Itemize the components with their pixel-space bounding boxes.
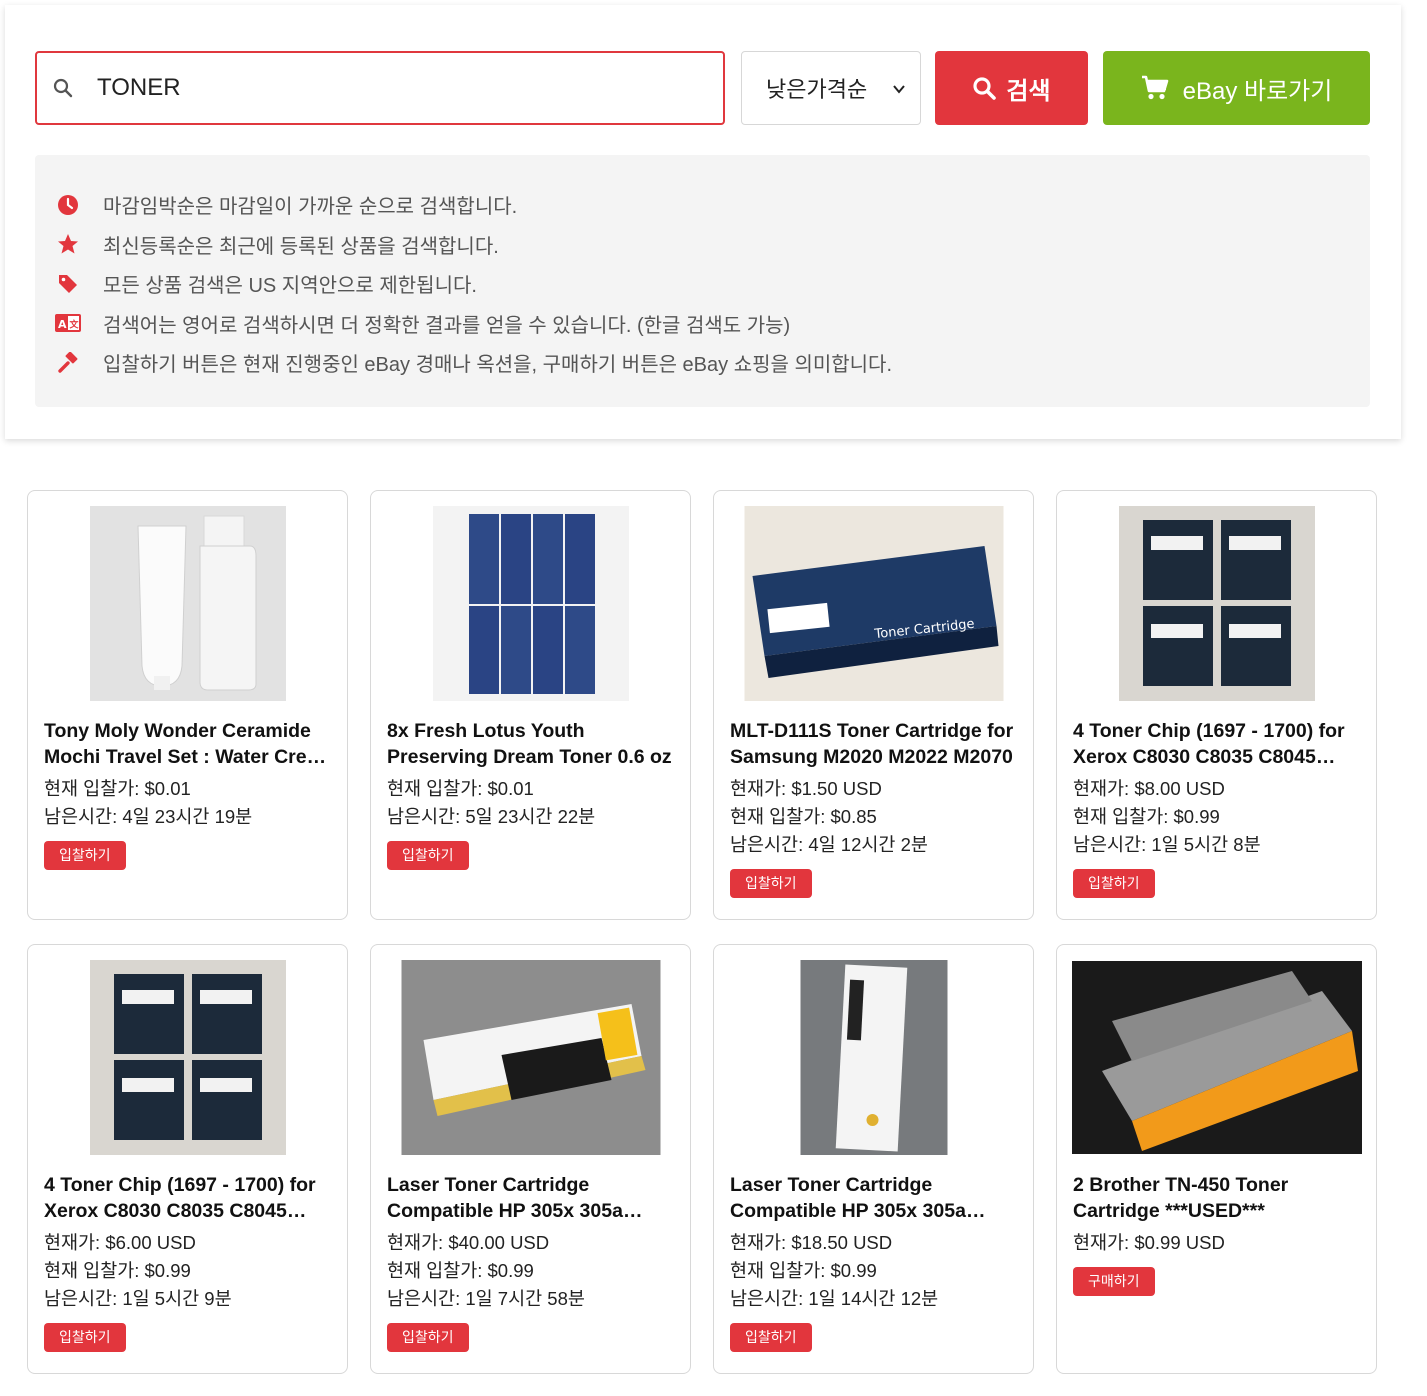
product-info-line: 현재가: $1.50 USD: [730, 778, 882, 799]
bid-button[interactable]: 입찰하기: [730, 869, 812, 898]
product-info-line: 남은시간: 5일 23시간 22분: [387, 806, 596, 827]
bid-button[interactable]: 입찰하기: [387, 1323, 469, 1352]
product-info-line: 현재 입찰가: $0.99: [387, 1260, 534, 1281]
search-button[interactable]: 검색: [935, 51, 1088, 125]
product-image[interactable]: [432, 506, 629, 701]
product-image[interactable]: [89, 506, 286, 701]
product-title[interactable]: Laser Toner Cartridge Compatible HP 305x…: [730, 1172, 1022, 1224]
product-meta: 현재 입찰가: $0.01 남은시간: 5일 23시간 22분 입찰하기: [387, 775, 595, 870]
clock-icon: [55, 194, 81, 216]
info-text: 모든 상품 검색은 US 지역안으로 제한됩니다.: [103, 275, 477, 298]
product-image[interactable]: [1071, 961, 1362, 1154]
chevron-down-icon: [893, 85, 905, 94]
translate-icon: A文: [55, 312, 81, 334]
product-title[interactable]: 8x Fresh Lotus Youth Preserving Dream To…: [387, 718, 679, 770]
product-info-line: 현재가: $6.00 USD: [44, 1232, 196, 1253]
product-image[interactable]: [89, 960, 286, 1155]
info-text: 입찰하기 버튼은 현재 진행중인 eBay 경매나 옥션을, 구매하기 버튼은 …: [103, 354, 893, 377]
product-info-line: 현재 입찰가: $0.99: [1073, 806, 1220, 827]
product-card[interactable]: 4 Toner Chip (1697 - 1700) for Xerox C80…: [27, 944, 348, 1374]
bid-button[interactable]: 입찰하기: [1073, 869, 1155, 898]
product-info-line: 남은시간: 4일 12시간 2분: [730, 834, 928, 855]
product-info-line: 현재 입찰가: $0.01: [387, 778, 534, 799]
product-title[interactable]: Tony Moly Wonder Ceramide Mochi Travel S…: [44, 718, 336, 770]
cart-icon: [1141, 75, 1168, 100]
product-meta: 현재가: $1.50 USD 현재 입찰가: $0.85 남은시간: 4일 12…: [730, 775, 928, 898]
ebay-button-label: eBay 바로가기: [1182, 77, 1333, 105]
product-info-line: 현재 입찰가: $0.99: [44, 1260, 191, 1281]
product-meta: 현재가: $0.99 USD 구매하기: [1073, 1229, 1225, 1296]
product-info-line: 남은시간: 1일 14시간 12분: [730, 1288, 939, 1309]
info-row: 최신등록순은 최근에 등록된 상품을 검색합니다.: [35, 225, 1370, 265]
info-text: 마감임박순은 마감일이 가까운 순으로 검색합니다.: [103, 196, 518, 219]
product-meta: 현재가: $6.00 USD 현재 입찰가: $0.99 남은시간: 1일 5시…: [44, 1229, 232, 1352]
product-meta: 현재 입찰가: $0.01 남은시간: 4일 23시간 19분 입찰하기: [44, 775, 252, 870]
product-info-line: 현재가: $8.00 USD: [1073, 778, 1225, 799]
product-info-line: 남은시간: 1일 5시간 9분: [44, 1288, 232, 1309]
product-info-line: 남은시간: 4일 23시간 19분: [44, 806, 253, 827]
search-box[interactable]: [35, 51, 725, 125]
svg-text:文: 文: [69, 319, 80, 331]
product-card[interactable]: Tony Moly Wonder Ceramide Mochi Travel S…: [27, 490, 348, 920]
bid-button[interactable]: 입찰하기: [44, 1323, 126, 1352]
product-title[interactable]: Laser Toner Cartridge Compatible HP 305x…: [387, 1172, 679, 1224]
info-row: 입찰하기 버튼은 현재 진행중인 eBay 경매나 옥션을, 구매하기 버튼은 …: [35, 343, 1370, 383]
search-icon: [53, 78, 73, 98]
product-card[interactable]: 2 Brother TN-450 Toner Cartridge ***USED…: [1056, 944, 1377, 1374]
product-info-line: 남은시간: 1일 5시간 8분: [1073, 834, 1261, 855]
product-meta: 현재가: $8.00 USD 현재 입찰가: $0.99 남은시간: 1일 5시…: [1073, 775, 1261, 898]
tag-icon: [55, 273, 81, 295]
product-meta: 현재가: $40.00 USD 현재 입찰가: $0.99 남은시간: 1일 7…: [387, 1229, 585, 1352]
info-text: 검색어는 영어로 검색하시면 더 정확한 결과를 얻을 수 있습니다. (한글 …: [103, 314, 791, 337]
product-meta: 현재가: $18.50 USD 현재 입찰가: $0.99 남은시간: 1일 1…: [730, 1229, 938, 1352]
svg-text:A: A: [58, 318, 67, 331]
info-row: 마감임박순은 마감일이 가까운 순으로 검색합니다.: [35, 185, 1370, 225]
product-image[interactable]: [1118, 506, 1315, 701]
bid-button[interactable]: 입찰하기: [387, 841, 469, 870]
product-card[interactable]: Laser Toner Cartridge Compatible HP 305x…: [370, 944, 691, 1374]
product-info-line: 현재 입찰가: $0.01: [44, 778, 191, 799]
product-title[interactable]: MLT-D111S Toner Cartridge for Samsung M2…: [730, 718, 1022, 770]
sort-select[interactable]: 낮은가격순: [741, 51, 921, 125]
search-input[interactable]: [97, 74, 657, 102]
info-row: 모든 상품 검색은 US 지역안으로 제한됩니다.: [35, 264, 1370, 304]
product-image[interactable]: Toner Cartridge: [744, 506, 1003, 701]
sort-selected-label: 낮은가격순: [766, 77, 868, 102]
info-row: A文 검색어는 영어로 검색하시면 더 정확한 결과를 얻을 수 있습니다. (…: [35, 304, 1370, 344]
product-info-line: 현재 입찰가: $0.99: [730, 1260, 877, 1281]
bid-button[interactable]: 입찰하기: [44, 841, 126, 870]
product-title[interactable]: 4 Toner Chip (1697 - 1700) for Xerox C80…: [44, 1172, 336, 1224]
product-info-line: 현재 입찰가: $0.85: [730, 806, 877, 827]
product-title[interactable]: 4 Toner Chip (1697 - 1700) for Xerox C80…: [1073, 718, 1365, 770]
search-icon: [973, 77, 997, 100]
search-panel: 낮은가격순 검색 eBay 바로가기 마감임박순은 마감일이 가까운 순으로 검…: [5, 5, 1401, 439]
product-card[interactable]: 4 Toner Chip (1697 - 1700) for Xerox C80…: [1056, 490, 1377, 920]
product-title[interactable]: 2 Brother TN-450 Toner Cartridge ***USED…: [1073, 1172, 1365, 1224]
buy-button[interactable]: 구매하기: [1073, 1267, 1155, 1296]
bid-button[interactable]: 입찰하기: [730, 1323, 812, 1352]
ebay-link-button[interactable]: eBay 바로가기: [1103, 51, 1370, 125]
product-info-line: 현재가: $0.99 USD: [1073, 1232, 1225, 1253]
search-button-label: 검색: [1006, 77, 1051, 105]
info-text: 최신등록순은 최근에 등록된 상품을 검색합니다.: [103, 235, 499, 258]
product-card[interactable]: Laser Toner Cartridge Compatible HP 305x…: [713, 944, 1034, 1374]
product-info-line: 남은시간: 1일 7시간 58분: [387, 1288, 585, 1309]
star-icon: [55, 233, 81, 255]
product-image[interactable]: [401, 960, 660, 1155]
info-box: 마감임박순은 마감일이 가까운 순으로 검색합니다. 최신등록순은 최근에 등록…: [35, 155, 1370, 407]
product-card[interactable]: 8x Fresh Lotus Youth Preserving Dream To…: [370, 490, 691, 920]
product-info-line: 현재가: $40.00 USD: [387, 1232, 550, 1253]
product-card[interactable]: Toner Cartridge MLT-D111S Toner Cartridg…: [713, 490, 1034, 920]
product-info-line: 현재가: $18.50 USD: [730, 1232, 893, 1253]
gavel-icon: [55, 351, 81, 374]
product-image[interactable]: [800, 960, 947, 1155]
